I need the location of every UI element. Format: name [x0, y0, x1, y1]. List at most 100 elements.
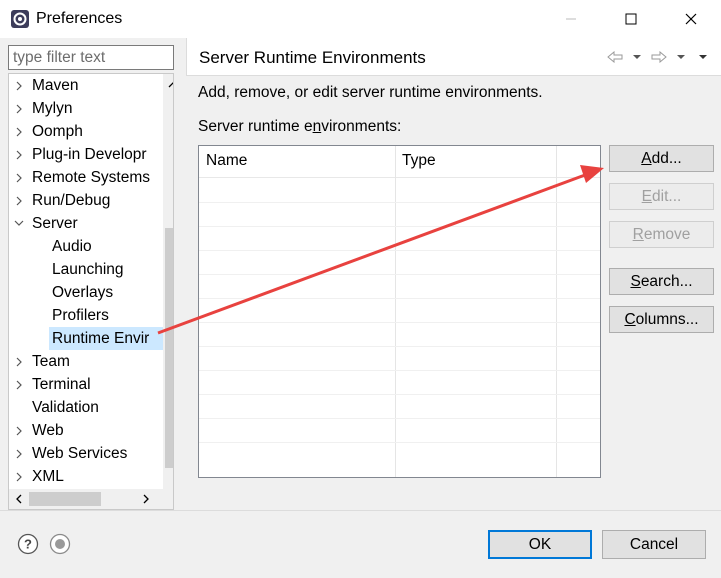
chevron-right-icon [143, 494, 149, 504]
search-button[interactable]: Search... [609, 268, 714, 295]
maximize-icon [625, 13, 637, 25]
scroll-right-arrow[interactable] [137, 489, 155, 509]
tree-item[interactable]: Team [9, 350, 159, 373]
table-grid-line [199, 442, 600, 443]
column-header-type[interactable]: Type [402, 152, 436, 170]
tree-item[interactable]: Mylyn [9, 97, 159, 120]
table-grid-line [199, 274, 600, 275]
back-button[interactable] [607, 48, 623, 66]
preference-page: Server Runtime Environments Add, remove,… [186, 38, 721, 503]
maximize-button[interactable] [605, 0, 657, 38]
scroll-left-arrow[interactable] [9, 489, 27, 509]
svg-text:?: ? [24, 537, 32, 552]
chevron-right-icon[interactable] [13, 465, 25, 488]
close-button[interactable] [665, 0, 717, 38]
remove-button[interactable]: Remove [609, 221, 714, 248]
chevron-right-icon[interactable] [13, 350, 25, 373]
chevron-right-icon[interactable] [13, 442, 25, 465]
chevron-right-icon[interactable] [13, 97, 25, 120]
minimize-icon [566, 18, 576, 20]
help-icon[interactable]: ? [17, 533, 39, 555]
chevron-right-icon[interactable] [13, 166, 25, 189]
tree-item[interactable]: Remote Systems [9, 166, 159, 189]
edit-button[interactable]: Edit... [609, 183, 714, 210]
table-grid-line [199, 202, 600, 203]
page-description: Add, remove, or edit server runtime envi… [198, 84, 543, 101]
tree-item-label: Audio [52, 238, 92, 255]
column-divider [395, 146, 396, 477]
tree-item[interactable]: Maven [9, 74, 159, 97]
table-grid-line [199, 226, 600, 227]
chevron-right-icon[interactable] [13, 419, 25, 442]
filter-input[interactable] [8, 45, 174, 70]
window-title: Preferences [36, 10, 123, 27]
footer-divider [0, 510, 721, 511]
tree-item-label: Team [32, 353, 70, 370]
chevron-right-icon[interactable] [13, 189, 25, 212]
scroll-up-arrow[interactable] [163, 74, 173, 94]
table-label: Server runtime environments: [198, 118, 402, 135]
table-grid-line [199, 346, 600, 347]
tree-item[interactable]: Web [9, 419, 159, 442]
tree-item[interactable]: Runtime Envir [9, 327, 170, 350]
chevron-right-icon[interactable] [13, 120, 25, 143]
tree-item[interactable]: Plug-in Developr [9, 143, 159, 166]
ok-button[interactable]: OK [488, 530, 592, 559]
page-navigation [607, 48, 711, 66]
view-menu-button[interactable] [695, 48, 711, 66]
table-grid-line [199, 370, 600, 371]
table-grid-line [199, 298, 600, 299]
tree-item-label: Maven [32, 77, 79, 94]
column-divider [556, 146, 557, 477]
page-title: Server Runtime Environments [199, 48, 426, 67]
column-header-name[interactable]: Name [206, 152, 247, 170]
tree-item[interactable]: Profilers [9, 304, 159, 327]
tree-item[interactable]: Oomph [9, 120, 159, 143]
tree-item-label: Web Services [32, 445, 128, 462]
chevron-right-icon[interactable] [13, 143, 25, 166]
minimize-button[interactable] [545, 0, 597, 38]
preferences-tree[interactable]: Maven Mylyn Oomph Plug-in Developr Remote Sy… [8, 73, 174, 510]
runtime-environments-table[interactable]: Name Type [198, 145, 601, 478]
table-grid-line [199, 418, 600, 419]
tree-item-label: Launching [52, 261, 124, 278]
scroll-thumb[interactable] [165, 228, 173, 468]
tree-item-label: Terminal [32, 376, 91, 393]
tree-item-label: Overlays [52, 284, 114, 301]
import-export-icon[interactable] [49, 533, 71, 555]
tree-item[interactable]: Server [9, 212, 159, 235]
add-button[interactable]: Add... [609, 145, 714, 172]
view-menu-icon [699, 55, 707, 59]
tree-item-label: XML [32, 468, 64, 485]
forward-button[interactable] [651, 48, 667, 66]
chevron-up-icon [168, 81, 173, 87]
table-grid-line [199, 394, 600, 395]
tree-vertical-scrollbar[interactable] [163, 74, 173, 489]
forward-menu-button[interactable] [673, 48, 689, 66]
back-menu-button[interactable] [629, 48, 645, 66]
tree-item-label: Validation [32, 399, 99, 416]
table-header: Name Type [199, 146, 600, 178]
tree-item[interactable]: XML [9, 465, 159, 488]
table-grid-line [199, 322, 600, 323]
chevron-right-icon[interactable] [13, 74, 25, 97]
eclipse-gear-icon [11, 10, 29, 28]
tree-item[interactable]: Terminal [9, 373, 159, 396]
tree-item[interactable]: Launching [9, 258, 159, 281]
tree-item[interactable]: Web Services [9, 442, 159, 465]
tree-item-label: Remote Systems [32, 169, 151, 186]
table-grid-line [199, 250, 600, 251]
tree-horizontal-scrollbar[interactable] [9, 489, 173, 509]
chevron-down-icon[interactable] [13, 212, 25, 235]
columns-button[interactable]: Columns... [609, 306, 714, 333]
chevron-right-icon[interactable] [13, 373, 25, 396]
tree-item-label: Plug-in Developr [32, 146, 147, 163]
tree-item[interactable]: Run/Debug [9, 189, 159, 212]
horizontal-scroll-thumb[interactable] [29, 492, 101, 506]
tree-item[interactable]: Validation [9, 396, 159, 419]
tree-item[interactable]: Audio [9, 235, 159, 258]
cancel-button[interactable]: Cancel [602, 530, 706, 559]
chevron-down-icon [633, 55, 641, 59]
tree-item-label: Runtime Envir [49, 327, 170, 350]
tree-item[interactable]: Overlays [9, 281, 159, 304]
